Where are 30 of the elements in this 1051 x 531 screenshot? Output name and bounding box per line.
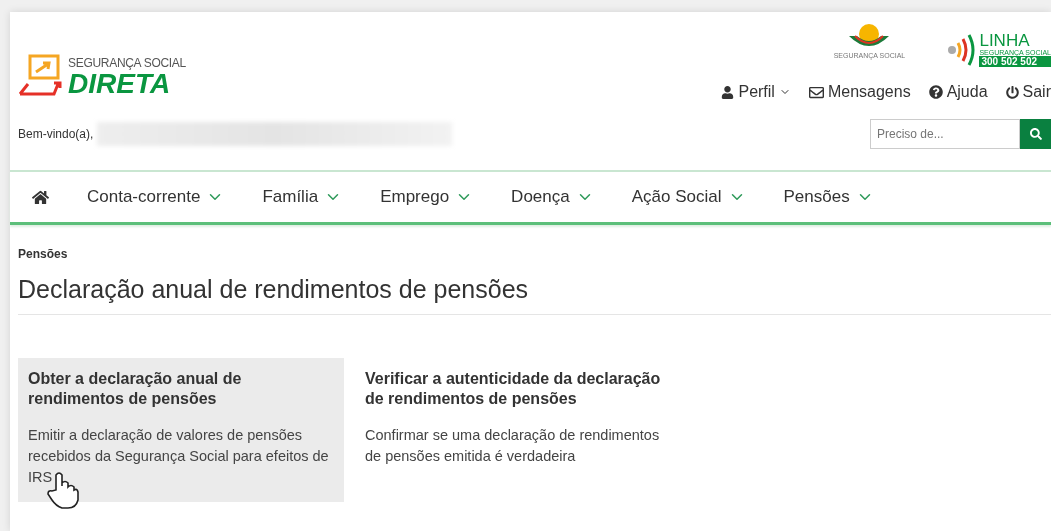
card-description: Emitir a declaração de valores de pensões recebidos da Segurança Social para efeitos de IRS <box>28 426 330 487</box>
nav-menu-item[interactable]: Conta-corrente <box>87 187 225 207</box>
logo-subtitle: SEGURANÇA SOCIAL <box>68 56 186 70</box>
logo-icon <box>18 54 64 98</box>
envelope-icon <box>808 84 824 100</box>
nav-menu-item[interactable]: Ação Social <box>631 187 746 207</box>
logout-link[interactable]: Sair <box>1005 83 1051 101</box>
search-button[interactable] <box>1020 119 1051 149</box>
power-icon <box>1005 85 1019 99</box>
nav-menu-item[interactable]: Família <box>262 187 343 207</box>
help-link[interactable]: Ajuda <box>928 83 988 101</box>
messages-link[interactable]: Mensagens <box>808 83 911 101</box>
card-title: Obter a declaração anual de rendimentos de pensões <box>28 369 243 409</box>
profile-link[interactable]: Perfil <box>721 83 791 101</box>
search-icon <box>1029 128 1042 140</box>
nav-menu-item[interactable]: Pensões <box>783 187 874 207</box>
hotline-title: LINHA <box>979 32 1031 49</box>
card-description: Confirmar se uma declaração de rendimentos de pensões emitida é verdadeira <box>365 426 661 466</box>
logo-title: DIRETA <box>68 70 172 98</box>
nav-menu-item[interactable]: Doença <box>511 187 594 207</box>
nav-menu-item[interactable]: Emprego <box>380 187 474 207</box>
welcome-text: Bem-vindo(a), <box>18 127 94 141</box>
hotline-number: 300 502 502 <box>979 56 1051 67</box>
home-icon[interactable] <box>32 188 49 206</box>
page-title: Declaração anual de rendimentos de pensões <box>18 275 1051 315</box>
breadcrumb: Pensões <box>18 247 69 261</box>
card-title: Verificar a autenticidade da declaração de rendimentos de pensões <box>365 369 662 409</box>
help-icon <box>928 85 943 99</box>
search-field[interactable]: Preciso de... <box>870 119 1020 149</box>
user-icon <box>721 85 735 99</box>
